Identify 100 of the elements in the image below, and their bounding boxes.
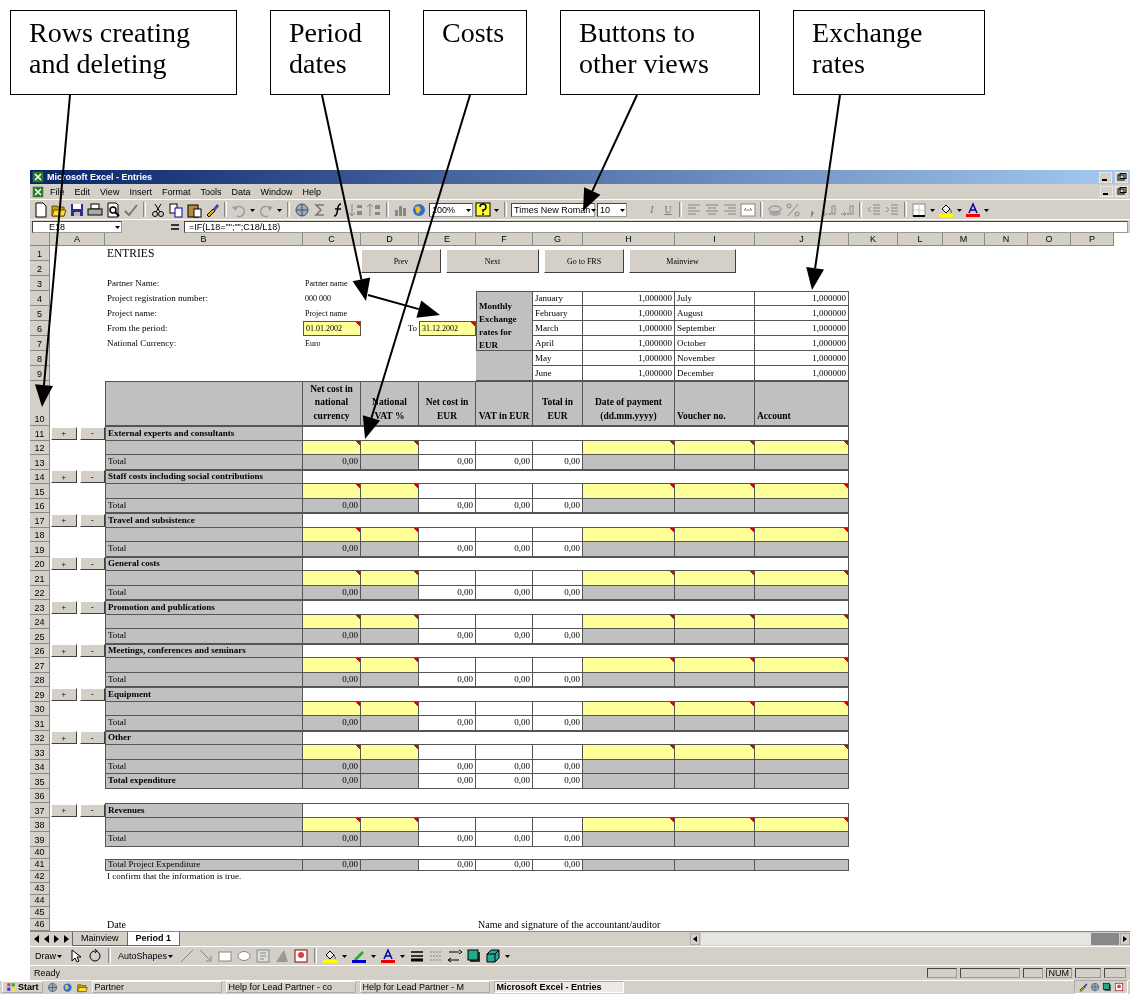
row-header[interactable]: 19 (30, 542, 50, 557)
input-cell[interactable] (361, 571, 419, 586)
input-cell[interactable] (675, 571, 755, 586)
column-header[interactable]: F (476, 233, 533, 246)
clip-art-icon[interactable] (293, 947, 310, 964)
row-header[interactable]: 35 (30, 774, 50, 789)
paste-icon[interactable] (186, 201, 202, 218)
font-dropdown[interactable]: Times New Roman (511, 202, 595, 217)
save-icon[interactable] (69, 201, 85, 218)
date-field[interactable]: 31.12.2002 (419, 321, 476, 336)
menu-item[interactable]: Edit (70, 185, 95, 198)
delete-row-button[interactable]: - (79, 557, 105, 571)
shadow-icon[interactable] (1102, 982, 1112, 992)
input-cell[interactable] (583, 745, 675, 760)
paintbrush-icon[interactable] (1078, 982, 1088, 992)
nav-button[interactable]: Prev (361, 249, 441, 273)
column-header[interactable]: C (303, 233, 361, 246)
draw-menu[interactable]: Draw (33, 947, 65, 964)
input-cell[interactable] (583, 658, 675, 673)
column-header[interactable]: H (583, 233, 675, 246)
delete-row-button[interactable]: - (79, 426, 105, 440)
row-header[interactable]: 1 (30, 246, 50, 261)
add-row-button[interactable]: + (51, 557, 77, 571)
delete-row-button[interactable]: - (79, 470, 105, 484)
add-row-button[interactable]: + (51, 687, 77, 701)
tab-scroll-icon[interactable] (42, 933, 51, 944)
column-header[interactable]: J (755, 233, 849, 246)
delete-row-button[interactable]: - (79, 513, 105, 527)
row-header[interactable]: 31 (30, 716, 50, 731)
menu-item[interactable]: Window (256, 185, 297, 198)
column-header[interactable]: M (943, 233, 985, 246)
sheet-tab[interactable]: Mainview (72, 931, 128, 946)
row-header[interactable]: 39 (30, 832, 50, 847)
menu-item[interactable]: Format (157, 185, 195, 198)
input-cell[interactable] (583, 484, 675, 499)
input-cell[interactable] (755, 571, 849, 586)
input-cell[interactable] (303, 745, 361, 760)
column-header[interactable]: A (50, 233, 105, 246)
delete-row-button[interactable]: - (79, 687, 105, 701)
menu-item[interactable]: Data (227, 185, 255, 198)
input-cell[interactable] (675, 745, 755, 760)
scissors-icon[interactable] (150, 201, 166, 218)
equals-icon[interactable] (170, 221, 180, 232)
add-row-button[interactable]: + (51, 803, 77, 817)
start-button[interactable]: Start (2, 981, 43, 993)
row-header[interactable]: 25 (30, 629, 50, 644)
restore-icon[interactable] (1115, 171, 1128, 183)
input-cell[interactable] (755, 484, 849, 499)
input-cell[interactable] (361, 484, 419, 499)
font-size-dropdown[interactable]: 10 (597, 202, 627, 217)
minimize-icon[interactable] (1099, 171, 1112, 183)
column-header[interactable]: N (985, 233, 1028, 246)
add-row-button[interactable]: + (51, 470, 77, 484)
tab-scroll-icon[interactable] (32, 933, 41, 944)
copy-icon[interactable] (168, 201, 184, 218)
date-field[interactable]: 01.01.2002 (303, 321, 361, 336)
clip-art-icon[interactable] (1114, 982, 1124, 992)
row-header[interactable]: 23 (30, 600, 50, 615)
cursor-icon[interactable] (68, 947, 84, 964)
menu-item[interactable]: Insert (125, 185, 156, 198)
row-header[interactable]: 21 (30, 571, 50, 586)
tab-scroll-icon[interactable] (62, 933, 71, 944)
input-cell[interactable] (755, 658, 849, 673)
minimize-icon[interactable] (1100, 186, 1113, 197)
column-header[interactable]: D (361, 233, 419, 246)
add-row-button[interactable]: + (51, 600, 77, 614)
tab-scroll-icon[interactable] (52, 933, 61, 944)
font-color-icon[interactable] (965, 201, 981, 218)
autoshapes-menu[interactable]: AutoShapes (116, 947, 177, 964)
row-header[interactable]: 5 (30, 306, 50, 321)
column-header[interactable]: G (533, 233, 583, 246)
column-header[interactable]: B (105, 233, 303, 246)
scroll-right-icon[interactable] (1120, 932, 1130, 945)
row-header[interactable]: 29 (30, 687, 50, 702)
add-row-button[interactable]: + (51, 644, 77, 658)
print-preview-icon[interactable] (105, 201, 121, 218)
map-icon[interactable] (61, 981, 73, 993)
taskbar-button[interactable]: Partner (91, 981, 222, 993)
input-cell[interactable] (675, 658, 755, 673)
input-cell[interactable] (583, 571, 675, 586)
globe-icon[interactable] (46, 981, 58, 993)
row-header[interactable]: 2 (30, 261, 50, 276)
new-document-icon[interactable] (33, 201, 49, 218)
scroll-left-icon[interactable] (690, 932, 700, 945)
row-header[interactable]: 17 (30, 513, 50, 528)
column-header[interactable]: P (1071, 233, 1114, 246)
row-header[interactable]: 4 (30, 291, 50, 306)
row-header[interactable]: 6 (30, 321, 50, 336)
nav-button[interactable]: Next (446, 249, 539, 273)
row-header[interactable]: 13 (30, 455, 50, 470)
paintbrush-icon[interactable] (204, 201, 220, 218)
row-header[interactable]: 33 (30, 745, 50, 760)
row-header[interactable]: 37 (30, 803, 50, 818)
globe-icon[interactable] (294, 201, 310, 218)
sheet-tab[interactable]: Period 1 (126, 931, 181, 946)
help-icon[interactable] (475, 201, 491, 218)
input-cell[interactable] (755, 745, 849, 760)
merge-cells-icon[interactable] (740, 201, 756, 218)
column-header[interactable]: K (849, 233, 898, 246)
map-icon[interactable] (411, 201, 427, 218)
